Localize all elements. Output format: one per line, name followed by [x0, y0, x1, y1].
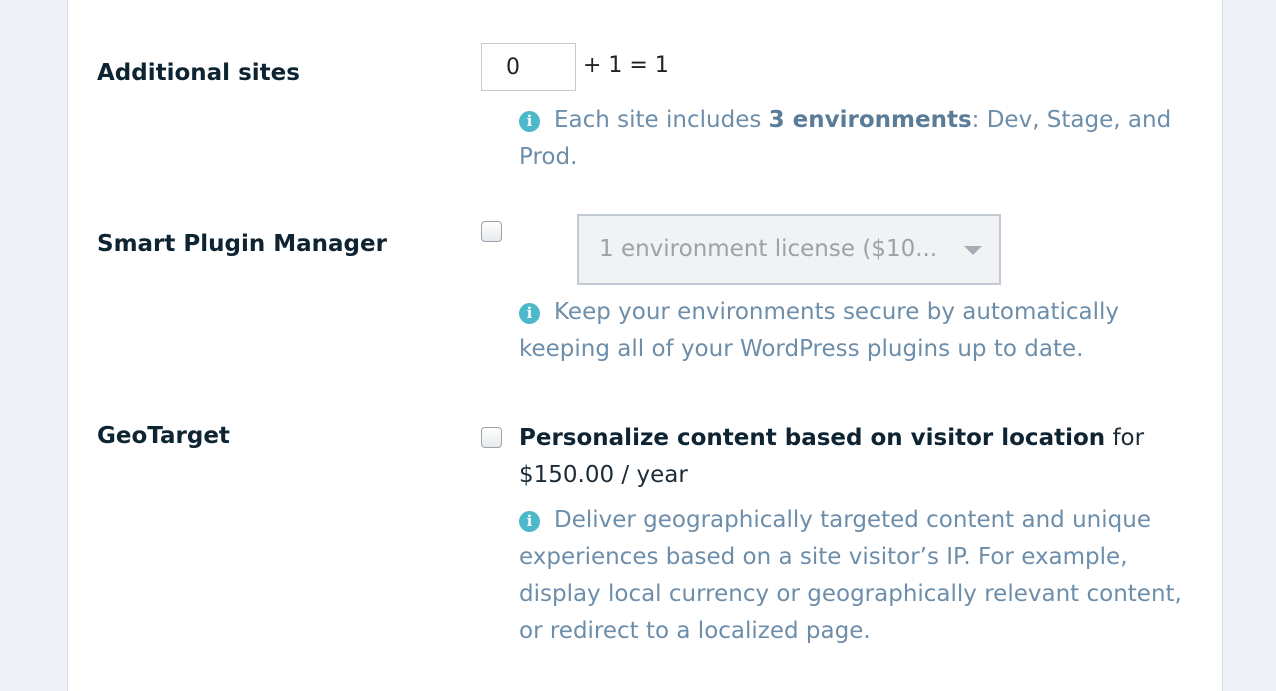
note-text: Keep your environments secure by automat… — [519, 299, 1120, 362]
geotarget-label: GeoTarget — [97, 423, 230, 449]
info-icon: i — [519, 111, 540, 132]
note-text: Deliver geographically targeted content … — [519, 507, 1182, 644]
geotarget-offer-title: Personalize content based on visitor loc… — [519, 425, 1106, 451]
smart-plugin-manager-checkbox[interactable] — [481, 221, 502, 242]
geotarget-checkbox[interactable] — [481, 427, 502, 448]
license-select[interactable]: 1 environment license ($10... — [577, 214, 1001, 285]
info-icon: i — [519, 303, 540, 324]
note-prefix: Each site includes — [554, 107, 769, 133]
additional-sites-input[interactable] — [481, 43, 576, 91]
chevron-down-icon — [964, 246, 982, 255]
smart-plugin-manager-note: i Keep your environments secure by automa… — [519, 294, 1199, 368]
info-icon: i — [519, 511, 540, 532]
smart-plugin-manager-label: Smart Plugin Manager — [97, 231, 387, 257]
note-bold: 3 environments — [768, 107, 972, 133]
additional-sites-note: i Each site includes 3 environments: Dev,… — [519, 102, 1199, 176]
sites-total-calc: + 1 = 1 — [583, 53, 669, 78]
geotarget-offer: Personalize content based on visitor loc… — [519, 420, 1199, 494]
geotarget-note: i Deliver geographically targeted content… — [519, 502, 1199, 650]
additional-sites-label: Additional sites — [97, 60, 300, 86]
license-select-value: 1 environment license ($10... — [599, 236, 938, 262]
